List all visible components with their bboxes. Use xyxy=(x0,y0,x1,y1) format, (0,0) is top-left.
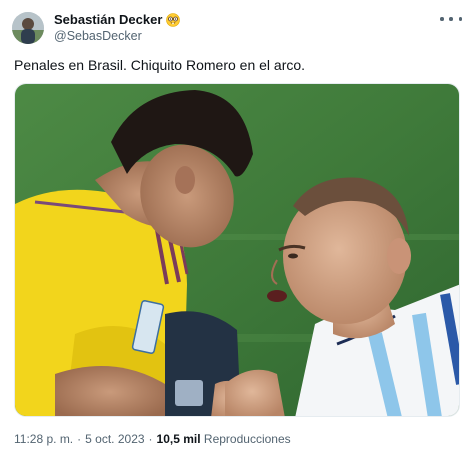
display-name-row: Sebastián Decker xyxy=(54,12,181,28)
tweet-text: Penales en Brasil. Chiquito Romero en el… xyxy=(14,57,306,73)
tweet-date[interactable]: 5 oct. 2023 xyxy=(85,432,144,446)
views-count: 10,5 mil xyxy=(156,432,201,446)
author-avatar[interactable] xyxy=(12,12,44,44)
author-names: Sebastián Decker @SebasDecker xyxy=(54,12,181,44)
tweet-header: Sebastián Decker @SebasDecker xyxy=(12,10,181,46)
views-label: Reproducciones xyxy=(203,432,291,446)
meta-separator: · xyxy=(77,432,82,446)
nerd-face-emoji-icon xyxy=(166,13,181,27)
meta-separator: · xyxy=(148,432,153,446)
tweet-card: Sebastián Decker @SebasDecker Penales en… xyxy=(0,0,474,459)
tweet-media-image[interactable] xyxy=(14,83,460,417)
more-dot xyxy=(458,17,462,21)
author-display-name[interactable]: Sebastián Decker xyxy=(54,12,162,28)
tweet-meta: 11:28 p. m. · 5 oct. 2023 · 10,5 mil Reprodu… xyxy=(14,431,291,447)
more-dot xyxy=(440,17,444,21)
more-dot xyxy=(449,17,453,21)
author-handle[interactable]: @SebasDecker xyxy=(54,28,180,44)
more-horizontal-icon[interactable] xyxy=(440,12,462,26)
tweet-time[interactable]: 11:28 p. m. xyxy=(14,432,73,446)
